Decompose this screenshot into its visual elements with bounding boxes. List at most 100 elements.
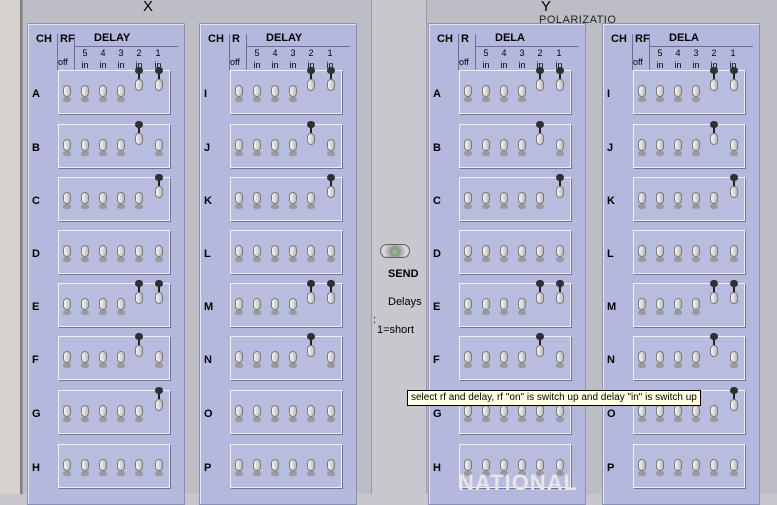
delay-toggle-switch[interactable] [155,174,163,198]
delay-toggle-switch[interactable] [307,280,315,304]
delay-toggle-switch[interactable] [155,245,163,262]
delay-toggle-switch[interactable] [327,405,335,422]
delay-toggle-switch[interactable] [674,459,682,476]
delay-toggle-switch[interactable] [674,298,682,315]
delay-toggle-switch[interactable] [482,298,490,315]
delay-toggle-switch[interactable] [117,351,125,368]
delay-toggle-switch[interactable] [536,67,544,91]
delay-toggle-switch[interactable] [81,139,89,156]
delay-toggle-switch[interactable] [253,405,261,422]
delay-toggle-switch[interactable] [289,351,297,368]
rf-toggle-switch[interactable] [464,139,472,156]
rf-toggle-switch[interactable] [63,405,71,422]
delay-toggle-switch[interactable] [674,405,682,422]
delay-toggle-switch[interactable] [81,192,89,209]
delay-toggle-switch[interactable] [518,351,526,368]
rf-toggle-switch[interactable] [235,459,243,476]
rf-toggle-switch[interactable] [638,139,646,156]
delay-toggle-switch[interactable] [327,139,335,156]
delay-toggle-switch[interactable] [289,405,297,422]
rf-toggle-switch[interactable] [638,298,646,315]
delay-toggle-switch[interactable] [536,333,544,357]
delay-toggle-switch[interactable] [327,174,335,198]
delay-toggle-switch[interactable] [135,405,143,422]
delay-toggle-switch[interactable] [556,139,564,156]
rf-toggle-switch[interactable] [638,192,646,209]
delay-toggle-switch[interactable] [656,351,664,368]
delay-toggle-switch[interactable] [730,459,738,476]
delay-toggle-switch[interactable] [556,351,564,368]
delay-toggle-switch[interactable] [271,459,279,476]
delay-toggle-switch[interactable] [482,139,490,156]
delay-toggle-switch[interactable] [536,121,544,145]
delay-toggle-switch[interactable] [307,459,315,476]
delay-toggle-switch[interactable] [271,298,279,315]
delay-toggle-switch[interactable] [710,245,718,262]
delay-toggle-switch[interactable] [692,298,700,315]
delay-toggle-switch[interactable] [155,459,163,476]
rf-toggle-switch[interactable] [464,85,472,102]
delay-toggle-switch[interactable] [99,351,107,368]
delay-toggle-switch[interactable] [518,405,526,422]
delay-toggle-switch[interactable] [710,280,718,304]
rf-toggle-switch[interactable] [235,85,243,102]
delay-toggle-switch[interactable] [155,351,163,368]
delay-toggle-switch[interactable] [536,405,544,422]
delay-toggle-switch[interactable] [730,351,738,368]
rf-toggle-switch[interactable] [638,351,646,368]
rf-toggle-switch[interactable] [235,298,243,315]
delay-toggle-switch[interactable] [730,245,738,262]
delay-toggle-switch[interactable] [500,298,508,315]
delay-toggle-switch[interactable] [674,351,682,368]
delay-toggle-switch[interactable] [710,459,718,476]
delay-toggle-switch[interactable] [253,459,261,476]
delay-toggle-switch[interactable] [556,67,564,91]
delay-toggle-switch[interactable] [135,459,143,476]
delay-toggle-switch[interactable] [710,405,718,422]
delay-toggle-switch[interactable] [253,139,261,156]
delay-toggle-switch[interactable] [518,139,526,156]
delay-toggle-switch[interactable] [99,298,107,315]
delay-toggle-switch[interactable] [730,67,738,91]
delay-toggle-switch[interactable] [99,245,107,262]
delay-toggle-switch[interactable] [271,192,279,209]
rf-toggle-switch[interactable] [63,85,71,102]
rf-toggle-switch[interactable] [63,139,71,156]
delay-toggle-switch[interactable] [518,85,526,102]
rf-toggle-switch[interactable] [464,245,472,262]
delay-toggle-switch[interactable] [692,405,700,422]
rf-toggle-switch[interactable] [63,245,71,262]
rf-toggle-switch[interactable] [464,298,472,315]
delay-toggle-switch[interactable] [117,459,125,476]
delay-toggle-switch[interactable] [536,245,544,262]
delay-toggle-switch[interactable] [500,405,508,422]
delay-toggle-switch[interactable] [482,85,490,102]
delay-toggle-switch[interactable] [482,351,490,368]
delay-toggle-switch[interactable] [135,192,143,209]
delay-toggle-switch[interactable] [135,280,143,304]
delay-toggle-switch[interactable] [518,245,526,262]
delay-toggle-switch[interactable] [135,245,143,262]
rf-toggle-switch[interactable] [638,405,646,422]
delay-toggle-switch[interactable] [556,280,564,304]
delay-toggle-switch[interactable] [327,280,335,304]
delay-toggle-switch[interactable] [253,245,261,262]
delay-toggle-switch[interactable] [327,245,335,262]
delay-toggle-switch[interactable] [307,333,315,357]
delay-toggle-switch[interactable] [307,67,315,91]
delay-toggle-switch[interactable] [692,351,700,368]
delay-toggle-switch[interactable] [81,351,89,368]
delay-toggle-switch[interactable] [327,67,335,91]
delay-toggle-switch[interactable] [81,85,89,102]
delay-toggle-switch[interactable] [500,139,508,156]
delay-toggle-switch[interactable] [253,351,261,368]
delay-toggle-switch[interactable] [271,405,279,422]
delay-toggle-switch[interactable] [271,85,279,102]
delay-toggle-switch[interactable] [99,139,107,156]
delay-toggle-switch[interactable] [307,245,315,262]
delay-toggle-switch[interactable] [536,192,544,209]
delay-toggle-switch[interactable] [117,85,125,102]
delay-toggle-switch[interactable] [289,298,297,315]
rf-toggle-switch[interactable] [235,245,243,262]
delay-toggle-switch[interactable] [117,192,125,209]
